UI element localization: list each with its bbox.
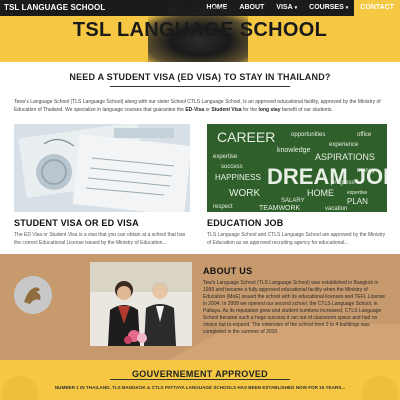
card-title-student-visa[interactable]: STUDENT VISA OR ED VISA (14, 218, 139, 228)
about-title: ABOUT US (203, 266, 253, 276)
hand-silhouette-icon (14, 276, 52, 314)
divider (110, 86, 290, 87)
card-title-education-job[interactable]: EDUCATION JOB (207, 218, 283, 228)
intro-text: for the (241, 107, 259, 113)
card-text-student-visa: The ED Visa or Student Visa is a visa th… (14, 232, 186, 246)
hero-subtitle: WELCOME TO (167, 6, 233, 16)
board-word: HOME (307, 188, 334, 198)
intro-heading: NEED A STUDENT VISA (ED VISA) TO STAY IN… (69, 72, 331, 82)
board-word: money (357, 168, 375, 174)
visa-document-illustration (14, 124, 190, 212)
intro-emphasis: ED-Visa (185, 107, 205, 113)
board-word: opportunities (291, 132, 325, 138)
board-word: respect (213, 204, 233, 210)
about-text: Tew's Language School (TLS Language Scho… (203, 280, 386, 335)
board-word: PLAN (347, 197, 368, 206)
board-word: expertise (213, 154, 238, 160)
board-word: expertise (347, 190, 368, 196)
divider (110, 379, 290, 380)
card-text-education-job: TLS Language School and CTLS Language Sc… (207, 232, 386, 246)
graduation-photo (90, 262, 192, 346)
board-word: WORK (229, 188, 260, 199)
intro-text: benefit of our students. (280, 107, 333, 113)
gov-text: NUMBER 1 IN THAILAND, TLS BANGKOK & CTLS… (54, 385, 346, 390)
gov-title: GOUVERNEMENT APPROVED (132, 369, 268, 379)
board-word: progress (331, 180, 354, 186)
graduates-illustration (90, 262, 192, 346)
board-word: TEAMWORK (259, 205, 301, 212)
board-word: CAREER (217, 129, 275, 145)
school-logo-icon (14, 276, 52, 314)
board-word: SALARY (281, 198, 305, 204)
board-word: vacation (325, 206, 347, 212)
page: TSL LANGUAGE SCHOOL HOME ABOUT VISA ▾ COU… (0, 0, 400, 400)
education-job-image[interactable]: CAREER opportunities experience knowledg… (207, 124, 387, 212)
board-word: success (221, 164, 243, 170)
board-word: experience (329, 142, 359, 148)
board-word: ASPIRATIONS (315, 152, 375, 162)
board-word: HAPPINESS (215, 173, 261, 182)
board-word: office (357, 132, 372, 138)
intro-paragraph: Tews's Language School (TLS Language Sch… (14, 98, 386, 114)
chalkboard-illustration: CAREER opportunities experience knowledg… (207, 124, 387, 212)
board-word: knowledge (277, 147, 311, 154)
hero-title: TSL LANGUAGE SCHOOL (72, 19, 328, 41)
band-decoration (2, 376, 398, 400)
intro-emphasis: long stay (258, 107, 281, 113)
government-approved-band (0, 360, 400, 400)
student-visa-image[interactable] (14, 124, 190, 212)
intro-emphasis: Student Visa (211, 107, 242, 113)
